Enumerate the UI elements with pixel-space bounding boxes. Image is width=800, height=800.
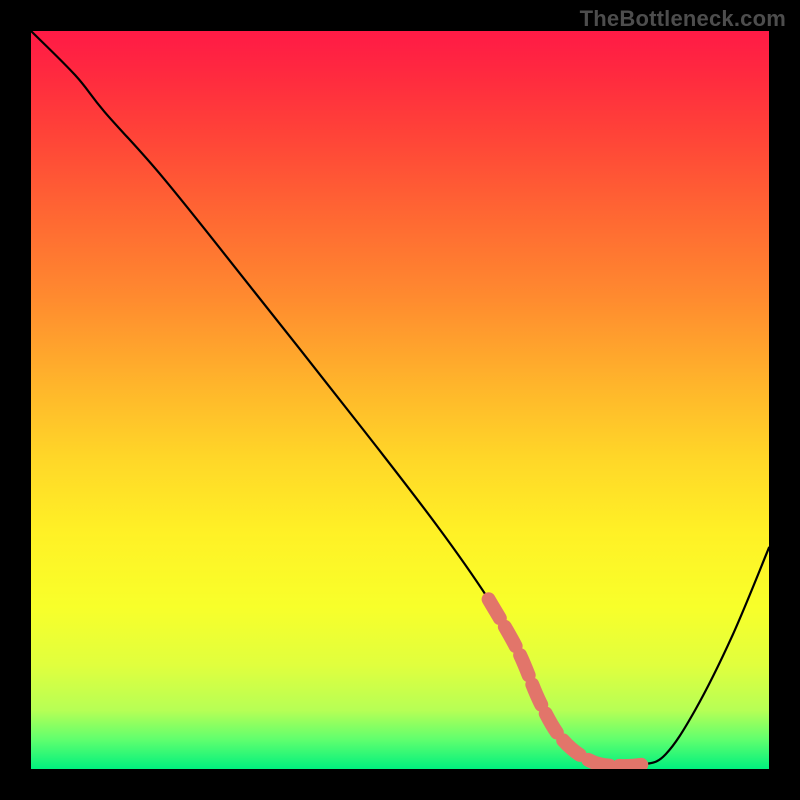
- curve-overlay: [31, 31, 769, 769]
- plot-area: [31, 31, 769, 769]
- bottleneck-curve: [31, 31, 769, 766]
- chart-container: TheBottleneck.com: [0, 0, 800, 800]
- highlight-band: [489, 599, 644, 766]
- attribution-label: TheBottleneck.com: [580, 6, 786, 32]
